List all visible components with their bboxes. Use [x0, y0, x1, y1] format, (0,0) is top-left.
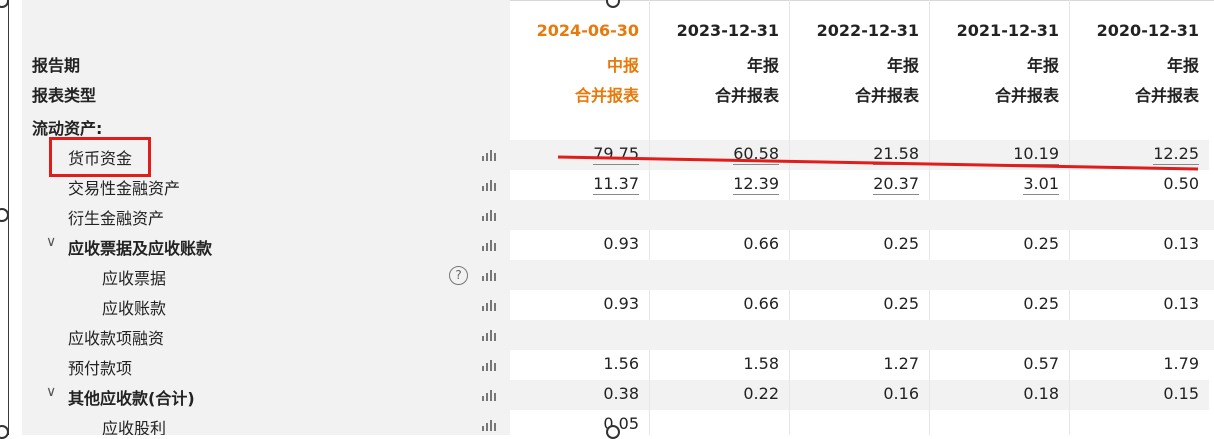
table-row[interactable]: 预付款项 1.56 1.58 1.27 0.57 1.79	[22, 350, 1214, 380]
column-date: 2021-12-31	[956, 21, 1059, 40]
row-value[interactable]: 0.25	[883, 234, 919, 253]
row-value[interactable]: 21.58	[873, 144, 919, 165]
table-row[interactable]: 应收款项融资	[22, 320, 1214, 350]
bar-chart-icon[interactable]	[482, 329, 496, 341]
section-title: 流动资产:	[32, 119, 103, 138]
column-type: 合并报表	[714, 86, 779, 105]
bar-chart-icon[interactable]	[482, 269, 496, 281]
row-label: 应收票据及应收账款	[68, 239, 213, 258]
row-value[interactable]: 1.27	[883, 354, 919, 373]
column-date: 2023-12-31	[676, 21, 779, 40]
row-value[interactable]: 0.25	[1023, 234, 1059, 253]
row-value[interactable]: 0.93	[603, 294, 639, 313]
row-value[interactable]: 0.66	[743, 234, 779, 253]
row-value[interactable]: 12.25	[1153, 144, 1199, 165]
balance-sheet-table: 报告期 报表类型 2024-06-30 中报 合并报表 2023-12-31 年…	[22, 0, 1214, 435]
table-row[interactable]: 衍生金融资产	[22, 200, 1214, 230]
row-value[interactable]: 0.15	[1163, 384, 1199, 403]
row-value[interactable]: 10.19	[1013, 144, 1059, 165]
row-label: 应收款项融资	[68, 329, 165, 348]
row-label: 应收账款	[102, 299, 167, 318]
section-row-current-assets: 流动资产:	[22, 110, 1214, 140]
chevron-down-icon[interactable]: ∨	[46, 384, 56, 400]
row-value[interactable]: 0.13	[1163, 234, 1199, 253]
bar-chart-icon[interactable]	[482, 239, 496, 251]
table-row[interactable]: 应收账款 0.93 0.66 0.25 0.25 0.13	[22, 290, 1214, 320]
column-date: 2024-06-30	[536, 21, 639, 40]
column-date: 2022-12-31	[816, 21, 919, 40]
bar-chart-icon[interactable]	[482, 419, 496, 431]
row-value[interactable]: 0.25	[883, 294, 919, 313]
report-type-label: 报表类型	[32, 86, 97, 105]
chevron-down-icon[interactable]: ∨	[46, 234, 56, 250]
row-value[interactable]: 0.50	[1163, 174, 1199, 193]
bar-chart-icon[interactable]	[482, 179, 496, 191]
column-date: 2020-12-31	[1096, 21, 1199, 40]
empty-values	[510, 260, 1214, 290]
column-period: 年报	[1166, 56, 1199, 75]
row-value[interactable]: 0.93	[603, 234, 639, 253]
column-period: 年报	[746, 56, 779, 75]
bar-chart-icon[interactable]	[482, 359, 496, 371]
row-value[interactable]: 12.39	[733, 174, 779, 195]
row-value[interactable]: 3.01	[1023, 174, 1059, 195]
row-value[interactable]: 0.22	[743, 384, 779, 403]
row-label: 其他应收款(合计)	[68, 389, 195, 408]
column-type: 合并报表	[854, 86, 919, 105]
annotation-box	[49, 137, 151, 177]
table-row[interactable]: 货币资金 79.75 60.58 21.58 10.19 12.25	[22, 140, 1214, 170]
row-value[interactable]: 0.25	[1023, 294, 1059, 313]
row-value[interactable]: 0.13	[1163, 294, 1199, 313]
bar-chart-icon[interactable]	[482, 389, 496, 401]
row-label: 应收票据	[102, 269, 167, 288]
row-label: 衍生金融资产	[68, 209, 165, 228]
help-icon[interactable]: ?	[449, 266, 468, 285]
resize-handle[interactable]	[606, 425, 620, 439]
column-period: 年报	[1026, 56, 1059, 75]
resize-handle[interactable]	[0, 425, 9, 439]
row-value[interactable]: 0.66	[743, 294, 779, 313]
row-value[interactable]: 79.75	[593, 144, 639, 165]
row-value[interactable]: 0.57	[1023, 354, 1059, 373]
table-row[interactable]: ∨ 应收票据及应收账款 0.93 0.66 0.25 0.25 0.13	[22, 230, 1214, 260]
row-value[interactable]: 0.38	[603, 384, 639, 403]
row-value[interactable]: 1.56	[603, 354, 639, 373]
table-row[interactable]: 应收票据 ?	[22, 260, 1214, 290]
row-label: 应收股利	[102, 419, 167, 435]
column-period: 中报	[606, 56, 639, 75]
bar-chart-icon[interactable]	[482, 299, 496, 311]
empty-values	[510, 200, 1214, 230]
report-period-label: 报告期	[32, 56, 81, 75]
row-value[interactable]: 1.79	[1163, 354, 1199, 373]
row-value[interactable]: 60.58	[733, 144, 779, 165]
table-row[interactable]: 交易性金融资产 11.37 12.39 20.37 3.01 0.50	[22, 170, 1214, 200]
row-label: 预付款项	[68, 359, 133, 378]
row-value[interactable]: 0.18	[1023, 384, 1059, 403]
row-value[interactable]: 20.37	[873, 174, 919, 195]
bar-chart-icon[interactable]	[482, 209, 496, 221]
row-value[interactable]: 11.37	[593, 174, 639, 195]
row-value[interactable]: 1.58	[743, 354, 779, 373]
column-period: 年报	[886, 56, 919, 75]
column-type: 合并报表	[994, 86, 1059, 105]
table-row[interactable]: ∨ 其他应收款(合计) 0.38 0.22 0.16 0.18 0.15	[22, 380, 1214, 410]
column-type: 合并报表	[1134, 86, 1199, 105]
row-label: 交易性金融资产	[68, 179, 181, 198]
column-type: 合并报表	[574, 86, 639, 105]
bar-chart-icon[interactable]	[482, 149, 496, 161]
row-value[interactable]: 0.16	[883, 384, 919, 403]
empty-values	[510, 320, 1214, 350]
